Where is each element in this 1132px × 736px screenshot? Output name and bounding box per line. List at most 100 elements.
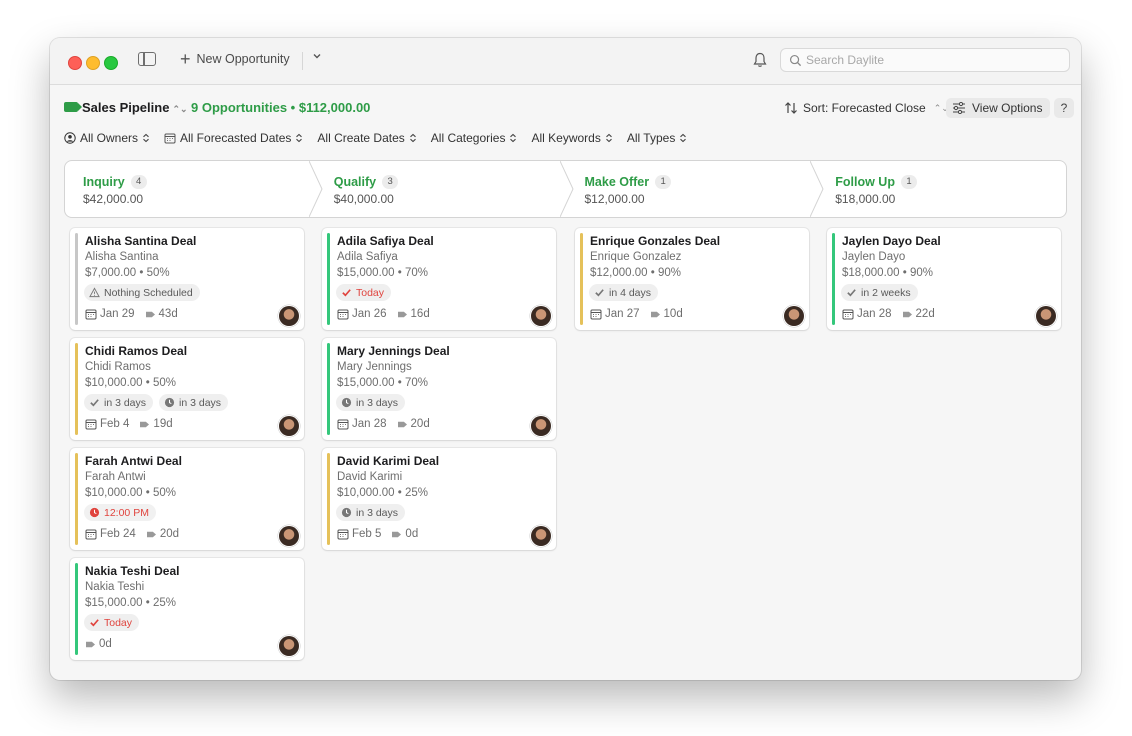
sort-arrows-icon	[785, 102, 797, 114]
activity-chip[interactable]: in 2 weeks	[841, 284, 918, 301]
card-meta: Feb 24 20d	[85, 528, 179, 540]
activity-chip[interactable]: in 3 days	[84, 394, 154, 411]
activity-chip[interactable]: 12:00 PM	[84, 504, 156, 521]
chip-label: Today	[104, 616, 133, 629]
activity-chips: 12:00 PM	[84, 504, 156, 521]
search-field[interactable]	[780, 48, 1070, 72]
pipeline-column-2: Adila Safiya Deal Adila Safiya $15,000.00 …	[322, 228, 556, 558]
deal-age: 22d	[902, 308, 935, 320]
search-input[interactable]	[802, 52, 1058, 68]
activity-chip[interactable]: in 3 days	[159, 394, 229, 411]
avatar[interactable]	[531, 526, 551, 546]
tag-icon	[397, 310, 408, 319]
stage-count-badge: 1	[655, 175, 672, 189]
clock-icon	[164, 397, 175, 408]
new-opportunity-button[interactable]: + New Opportunity	[180, 49, 290, 69]
checkmark-icon	[341, 287, 352, 298]
card-meta: Feb 4 19d	[85, 418, 173, 430]
amount-probability: $7,000.00 • 50%	[85, 267, 170, 279]
plus-icon: +	[180, 49, 191, 69]
stage-label: Make Offer	[584, 175, 650, 189]
sort-selector[interactable]: Sort: Forecasted Close ⌃⌄	[784, 101, 949, 115]
card-meta: Jan 27 10d	[590, 308, 683, 320]
close-window-button[interactable]	[68, 56, 82, 70]
filter-all-forecasted-dates[interactable]: All Forecasted Dates	[164, 131, 303, 145]
filter-all-categories[interactable]: All Categories	[431, 131, 518, 145]
avatar[interactable]	[531, 416, 551, 436]
opportunity-title: Alisha Santina Deal	[85, 234, 197, 248]
new-menu-chevron-down-icon[interactable]	[312, 51, 322, 64]
help-button[interactable]: ?	[1054, 98, 1074, 118]
deal-age-label: 43d	[158, 308, 178, 320]
activity-chip[interactable]: Nothing Scheduled	[84, 284, 200, 301]
avatar[interactable]	[784, 306, 804, 326]
opportunity-card[interactable]: Farah Antwi Deal Farah Antwi $10,000.00 • …	[70, 448, 304, 550]
forecast-date: Jan 29	[85, 308, 135, 320]
deal-age-label: 20d	[410, 418, 430, 430]
status-color-bar	[75, 453, 78, 545]
filter-label: All Types	[626, 131, 676, 145]
opportunity-card[interactable]: David Karimi Deal David Karimi $10,000.00 …	[322, 448, 556, 550]
avatar[interactable]	[279, 416, 299, 436]
stage-follow-up[interactable]: Follow Up 1 $18,000.00	[817, 161, 1066, 217]
card-meta: 0d	[85, 638, 112, 650]
stage-inquiry[interactable]: Inquiry 4 $42,000.00	[65, 161, 323, 217]
activity-chip[interactable]: Today	[336, 284, 392, 301]
opportunity-title: Chidi Ramos Deal	[85, 344, 188, 358]
opportunity-card[interactable]: Enrique Gonzales Deal Enrique Gonzalez $12…	[575, 228, 809, 330]
opportunity-card[interactable]: Mary Jennings Deal Mary Jennings $15,000.0…	[322, 338, 556, 440]
stage-qualify[interactable]: Qualify 3 $40,000.00	[316, 161, 574, 217]
card-meta: Feb 5 0d	[337, 528, 418, 540]
filter-all-owners[interactable]: All Owners	[64, 131, 150, 145]
avatar[interactable]	[279, 636, 299, 656]
forecast-date: Feb 24	[85, 528, 136, 540]
alarm-icon	[89, 507, 100, 518]
sidebar-toggle-icon[interactable]	[138, 52, 156, 66]
opportunity-title: Mary Jennings Deal	[337, 344, 450, 358]
activity-chips: in 3 days in 3 days	[84, 394, 229, 411]
app-window: + New Opportunity Sales Pipeline⌃⌄ 9 Opp…	[50, 38, 1081, 680]
activity-chip[interactable]: in 4 days	[589, 284, 659, 301]
opportunity-title: Adila Safiya Deal	[337, 234, 434, 248]
bell-icon[interactable]	[751, 51, 769, 69]
status-color-bar	[327, 343, 330, 435]
activity-chip[interactable]: in 3 days	[336, 504, 406, 521]
calendar-icon	[842, 308, 854, 320]
amount-probability: $15,000.00 • 25%	[85, 597, 176, 609]
pipeline-column-3: Enrique Gonzales Deal Enrique Gonzalez $12…	[575, 228, 809, 338]
pipeline-selector[interactable]: Sales Pipeline ⌃⌄	[82, 100, 188, 115]
opportunity-card[interactable]: Chidi Ramos Deal Chidi Ramos $10,000.00 • …	[70, 338, 304, 440]
filter-label: All Create Dates	[317, 131, 405, 145]
forecast-date: Jan 26	[337, 308, 387, 320]
avatar[interactable]	[531, 306, 551, 326]
sliders-icon	[953, 102, 965, 114]
view-options-button[interactable]: View Options	[946, 98, 1051, 118]
forecast-date-label: Jan 26	[352, 308, 387, 320]
pipeline-column-4: Jaylen Dayo Deal Jaylen Dayo $18,000.00 • …	[827, 228, 1061, 338]
opportunity-card[interactable]: Adila Safiya Deal Adila Safiya $15,000.00 …	[322, 228, 556, 330]
updown-chevron-icon	[510, 133, 517, 143]
opportunity-card[interactable]: Nakia Teshi Deal Nakia Teshi $15,000.00 • …	[70, 558, 304, 660]
opportunity-card[interactable]: Alisha Santina Deal Alisha Santina $7,000.…	[70, 228, 304, 330]
stage-make-offer[interactable]: Make Offer 1 $12,000.00	[567, 161, 824, 217]
filter-all-types[interactable]: All Types	[627, 131, 687, 145]
status-color-bar	[832, 233, 835, 325]
filter-all-keywords[interactable]: All Keywords	[531, 131, 612, 145]
chip-label: Today	[356, 286, 385, 299]
filter-all-create-dates[interactable]: All Create Dates	[317, 131, 416, 145]
forecast-date: Jan 28	[337, 418, 387, 430]
opportunity-card[interactable]: Jaylen Dayo Deal Jaylen Dayo $18,000.00 • …	[827, 228, 1061, 330]
deal-age-label: 0d	[405, 528, 419, 540]
title-bar: + New Opportunity	[50, 38, 1081, 85]
avatar[interactable]	[279, 306, 299, 326]
forecast-date: Feb 5	[337, 528, 381, 540]
checkmark-icon	[846, 287, 857, 298]
activity-chip[interactable]: Today	[84, 614, 140, 631]
zoom-window-button[interactable]	[104, 56, 118, 70]
card-meta: Jan 28 22d	[842, 308, 935, 320]
avatar[interactable]	[279, 526, 299, 546]
activity-chip[interactable]: in 3 days	[336, 394, 406, 411]
minimize-window-button[interactable]	[86, 56, 100, 70]
stage-label: Inquiry	[83, 175, 125, 189]
avatar[interactable]	[1036, 306, 1056, 326]
